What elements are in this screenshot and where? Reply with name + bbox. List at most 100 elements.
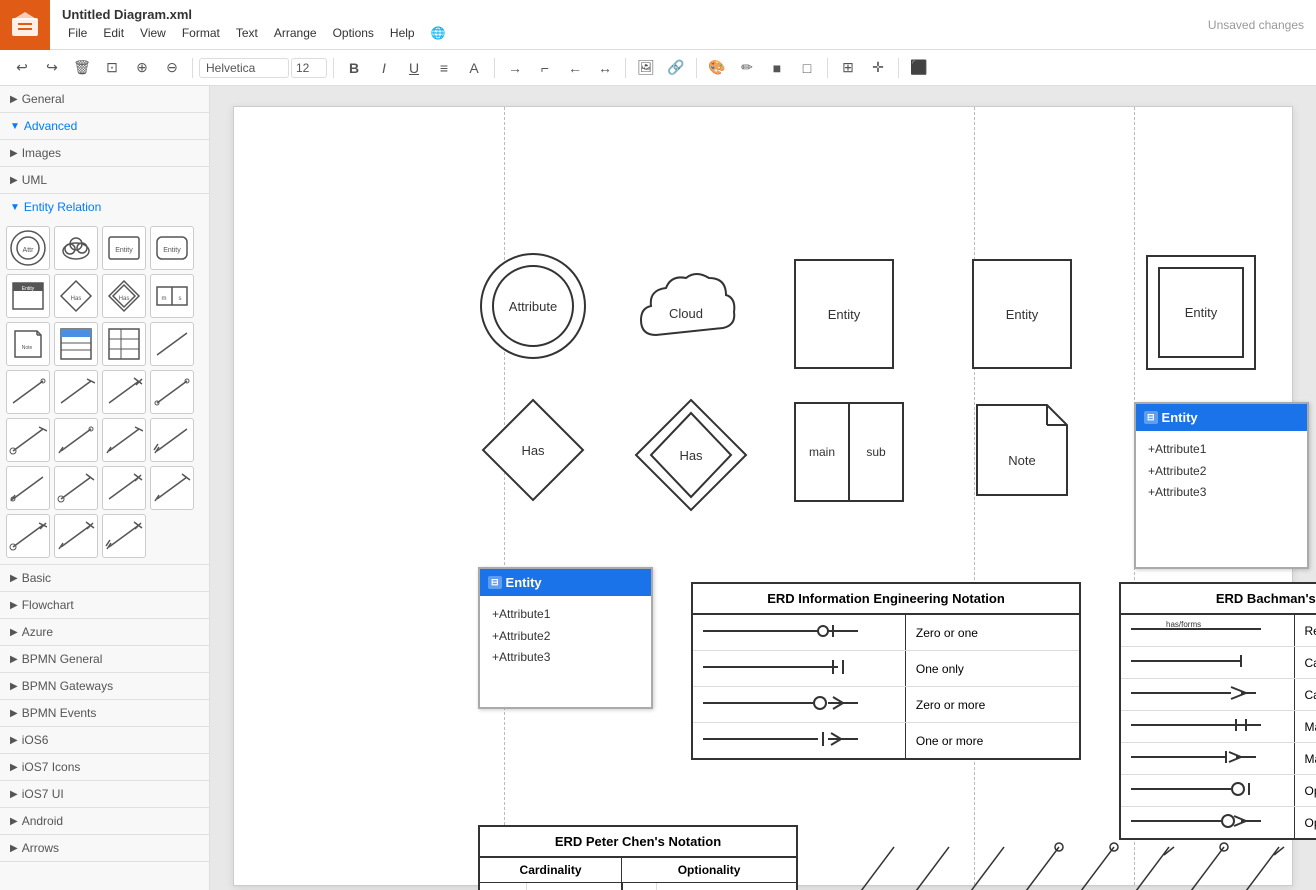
shape-thumb-line13[interactable] [150,466,194,510]
image-button[interactable]: 🖼 [632,54,660,82]
shape-thumb-line1[interactable] [150,322,194,366]
sidebar-header-arrows[interactable]: ▶ Arrows [0,835,209,861]
entity-shape-1[interactable]: Entity [794,259,894,369]
shape-thumb-entity-plain[interactable]: Entity [102,226,146,270]
erd-ie-label-2: One only [905,651,1080,687]
fill-button[interactable]: ■ [763,54,791,82]
arrow-both-button[interactable]: ↔ [591,54,619,82]
blue-entity-shape-1[interactable]: ⊟ Entity +Attribute1 +Attribute2 +Attrib… [478,567,653,709]
zoom-in-button[interactable]: ⊕ [128,54,156,82]
border-button[interactable]: □ [793,54,821,82]
menu-view[interactable]: View [134,24,172,42]
shape-thumb-line4[interactable] [102,370,146,414]
diamond-shape-2[interactable]: Has [631,395,751,515]
sidebar-header-bpmn-events[interactable]: ▶ BPMN Events [0,700,209,726]
shape-thumb-line8[interactable] [102,418,146,462]
sidebar-header-ios6[interactable]: ▶ iOS6 [0,727,209,753]
sidebar-header-images[interactable]: ▶ Images [0,140,209,166]
add-button[interactable]: ✛ [864,54,892,82]
fit-button[interactable]: ⊡ [98,54,126,82]
sidebar-section-flowchart: ▶ Flowchart [0,592,209,619]
shape-thumb-line7[interactable] [54,418,98,462]
shape-thumb-line12[interactable] [102,466,146,510]
sidebar-header-basic[interactable]: ▶ Basic [0,565,209,591]
shape-thumb-line16[interactable] [102,514,146,558]
sidebar-header-ios7-ui[interactable]: ▶ iOS7 UI [0,781,209,807]
canvas[interactable]: Attribute Cloud Entity Entity [233,106,1293,886]
sidebar-label-images: Images [22,146,61,160]
shape-thumb-line9[interactable] [150,418,194,462]
arrow-left-button[interactable]: ← [561,54,589,82]
sidebar-header-bpmn-gateways[interactable]: ▶ BPMN Gateways [0,673,209,699]
blue-entity-shape-2[interactable]: ⊟ Entity +Attribute1 +Attribute2 +Attrib… [1134,402,1309,569]
table-button[interactable]: ⊞ [834,54,862,82]
shape-thumb-line3[interactable] [54,370,98,414]
attribute-shape[interactable]: Attribute [478,251,588,361]
erd-bachman-label-3: Cardinality (Many) [1294,679,1316,711]
sidebar-header-general[interactable]: ▶ General [0,86,209,112]
shape-thumb-cloud[interactable] [54,226,98,270]
note-shape[interactable]: Note [972,400,1072,500]
shape-thumb-diamond-double[interactable]: Has [102,274,146,318]
delete-button[interactable]: 🗑 [68,54,96,82]
zoom-out-button[interactable]: ⊖ [158,54,186,82]
sidebar-label-android: Android [22,814,63,828]
sidebar-header-azure[interactable]: ▶ Azure [0,619,209,645]
shape-thumb-line2[interactable] [6,370,50,414]
entity-shape-3[interactable]: Entity [1146,255,1256,370]
menu-format[interactable]: Format [176,24,226,42]
font-color-button[interactable]: A [460,54,488,82]
menu-help[interactable]: Help [384,24,421,42]
panel-button[interactable]: ⬛ [905,54,933,82]
entity-shape-2[interactable]: Entity [972,259,1072,369]
shape-thumb-line15[interactable] [54,514,98,558]
sidebar-header-advanced[interactable]: ▼ Advanced [0,113,209,139]
italic-button[interactable]: I [370,54,398,82]
menu-file[interactable]: File [62,24,93,42]
menu-options[interactable]: Options [327,24,380,42]
diamond-shape-1[interactable]: Has [478,395,588,505]
menu-text[interactable]: Text [230,24,264,42]
canvas-area[interactable]: Attribute Cloud Entity Entity [210,86,1316,890]
shape-thumb-split-entity[interactable]: ms [150,274,194,318]
link-button[interactable]: 🔗 [662,54,690,82]
redo-button[interactable]: ↪ [38,54,66,82]
menu-globe[interactable]: 🌐 [425,24,452,42]
line-color-button[interactable]: ✏ [733,54,761,82]
shape-thumb-entity-header[interactable]: Entity [6,274,50,318]
sidebar-header-ios7-icons[interactable]: ▶ iOS7 Icons [0,754,209,780]
sidebar-header-bpmn-general[interactable]: ▶ BPMN General [0,646,209,672]
shape-thumb-line14[interactable] [6,514,50,558]
sidebar-label-flowchart: Flowchart [22,598,74,612]
shape-thumb-line6[interactable] [6,418,50,462]
font-size-input[interactable] [291,58,327,78]
bold-button[interactable]: B [340,54,368,82]
svg-text:Has: Has [71,296,82,302]
align-button[interactable]: ≡ [430,54,458,82]
shape-thumb-attribute[interactable]: Attr [6,226,50,270]
shape-thumb-table[interactable] [102,322,146,366]
shape-thumb-line11[interactable] [54,466,98,510]
sidebar-header-flowchart[interactable]: ▶ Flowchart [0,592,209,618]
shape-thumb-note[interactable]: Note [6,322,50,366]
split-entity-shape[interactable]: main sub [794,402,904,502]
arrow-right-button[interactable]: → [501,54,529,82]
fill-color-button[interactable]: 🎨 [703,54,731,82]
sidebar-header-entity-relation[interactable]: ▼ Entity Relation [0,194,209,220]
svg-text:Cloud: Cloud [669,306,703,321]
shape-thumb-line5[interactable] [150,370,194,414]
shape-thumb-line10[interactable] [6,466,50,510]
underline-button[interactable]: U [400,54,428,82]
menu-edit[interactable]: Edit [97,24,130,42]
sidebar-header-android[interactable]: ▶ Android [0,808,209,834]
menu-arrange[interactable]: Arrange [268,24,323,42]
sidebar-header-uml[interactable]: ▶ UML [0,167,209,193]
font-name-input[interactable] [199,58,289,78]
connector-button[interactable]: ⌐ [531,54,559,82]
undo-button[interactable]: ↩ [8,54,36,82]
shape-thumb-list-entity[interactable] [54,322,98,366]
shape-thumb-diamond-single[interactable]: Has [54,274,98,318]
erd-bachman-row-2: Cardinality (One) [1120,647,1316,679]
cloud-shape[interactable]: Cloud [631,260,741,360]
shape-thumb-entity-rounded[interactable]: Entity [150,226,194,270]
